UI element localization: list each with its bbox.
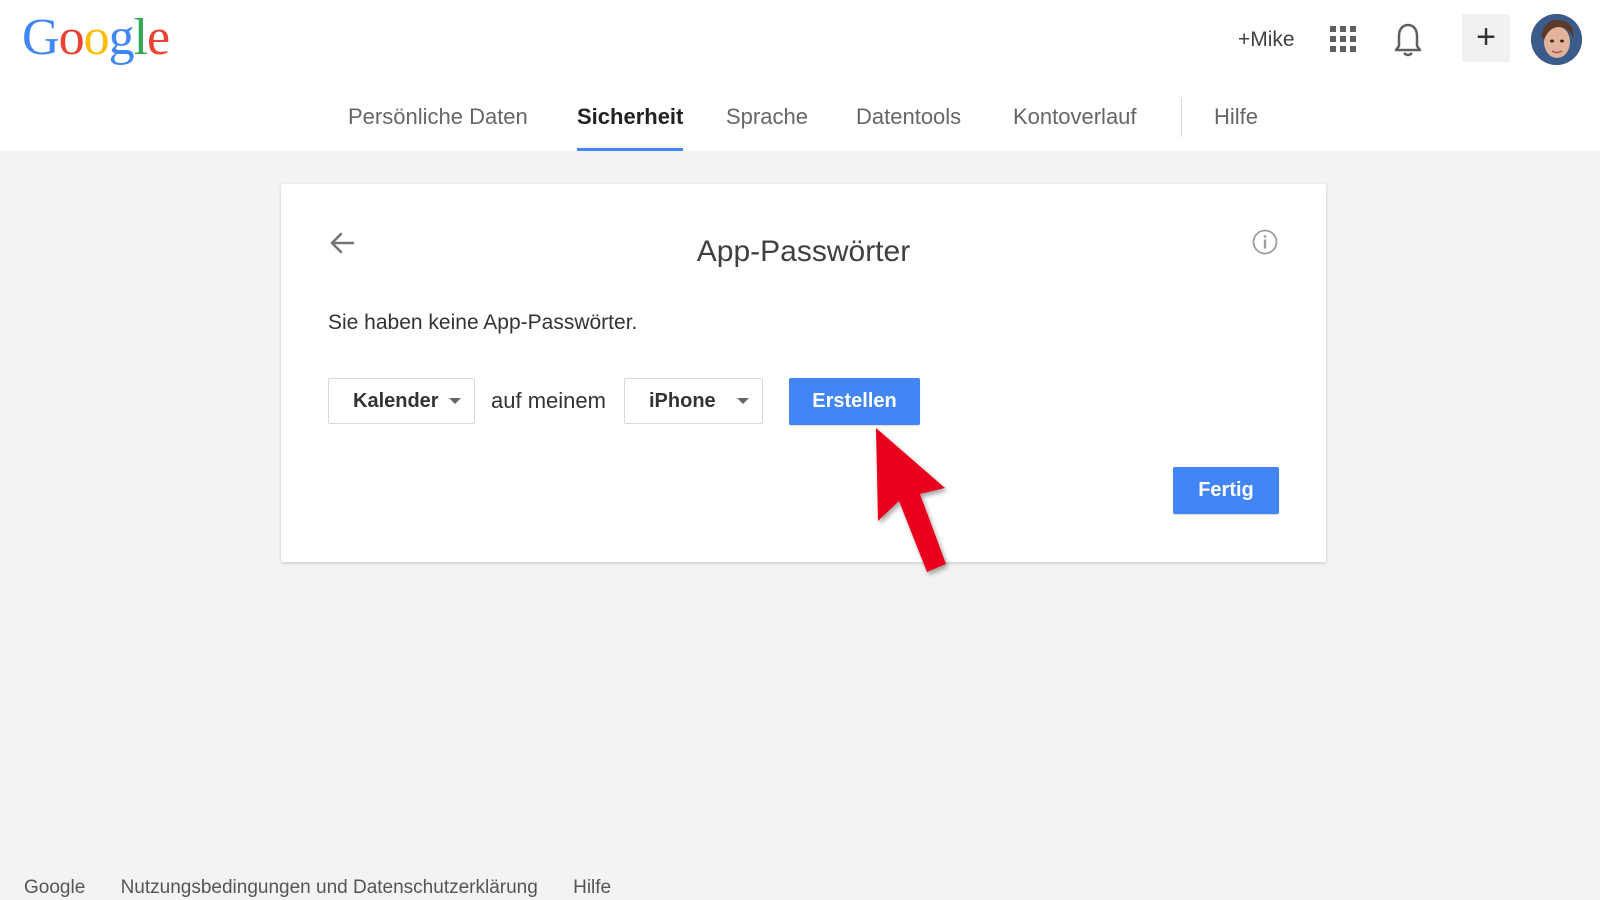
- app-passwords-card: App-Passwörter Sie haben keine App-Passw…: [281, 184, 1326, 562]
- logo-letter: G: [22, 9, 60, 66]
- dropdown-caret-icon: [737, 398, 749, 404]
- notifications-bell-icon[interactable]: [1393, 22, 1423, 58]
- account-nav: Persönliche Daten Sicherheit Sprache Dat…: [0, 96, 1600, 151]
- info-icon[interactable]: [1251, 228, 1279, 256]
- connector-text: auf meinem: [491, 388, 606, 413]
- tab-language[interactable]: Sprache: [726, 102, 808, 151]
- empty-state-message: Sie haben keine App-Passwörter.: [328, 311, 638, 334]
- card-title: App-Passwörter: [696, 235, 911, 268]
- create-button[interactable]: Erstellen: [789, 378, 920, 425]
- done-button[interactable]: Fertig: [1173, 467, 1279, 514]
- device-select-value: iPhone: [649, 390, 716, 412]
- logo-letter: l: [133, 9, 148, 66]
- tab-security[interactable]: Sicherheit: [577, 102, 684, 151]
- logo-letter: o: [58, 9, 85, 66]
- footer-link-help[interactable]: Hilfe: [573, 876, 611, 900]
- tab-data-tools[interactable]: Datentools: [856, 102, 961, 151]
- tab-account-history[interactable]: Kontoverlauf: [1013, 102, 1137, 151]
- logo-letter: o: [83, 9, 110, 66]
- page-footer: Google Nutzungsbedingungen und Datenschu…: [24, 876, 641, 900]
- avatar[interactable]: [1531, 14, 1582, 65]
- device-select-dropdown[interactable]: iPhone: [624, 378, 763, 424]
- apps-grid-icon[interactable]: [1330, 26, 1357, 53]
- share-plus-icon[interactable]: +: [1462, 14, 1510, 62]
- google-plus-profile-link[interactable]: +Mike: [1238, 26, 1295, 54]
- app-select-dropdown[interactable]: Kalender: [328, 378, 475, 424]
- tab-personal-data[interactable]: Persönliche Daten: [348, 102, 528, 151]
- tab-help[interactable]: Hilfe: [1214, 102, 1258, 151]
- nav-divider: [1181, 98, 1182, 137]
- logo-letter: g: [108, 9, 135, 66]
- dropdown-caret-icon: [449, 398, 461, 404]
- app-select-value: Kalender: [353, 390, 439, 412]
- footer-link-google[interactable]: Google: [24, 876, 85, 900]
- top-header: Google +Mike + Persönliche Daten Sicherh…: [0, 0, 1600, 151]
- google-logo[interactable]: Google: [22, 6, 170, 70]
- footer-link-terms[interactable]: Nutzungsbedingungen und Datenschutzerklä…: [121, 876, 538, 900]
- logo-letter: e: [147, 9, 170, 66]
